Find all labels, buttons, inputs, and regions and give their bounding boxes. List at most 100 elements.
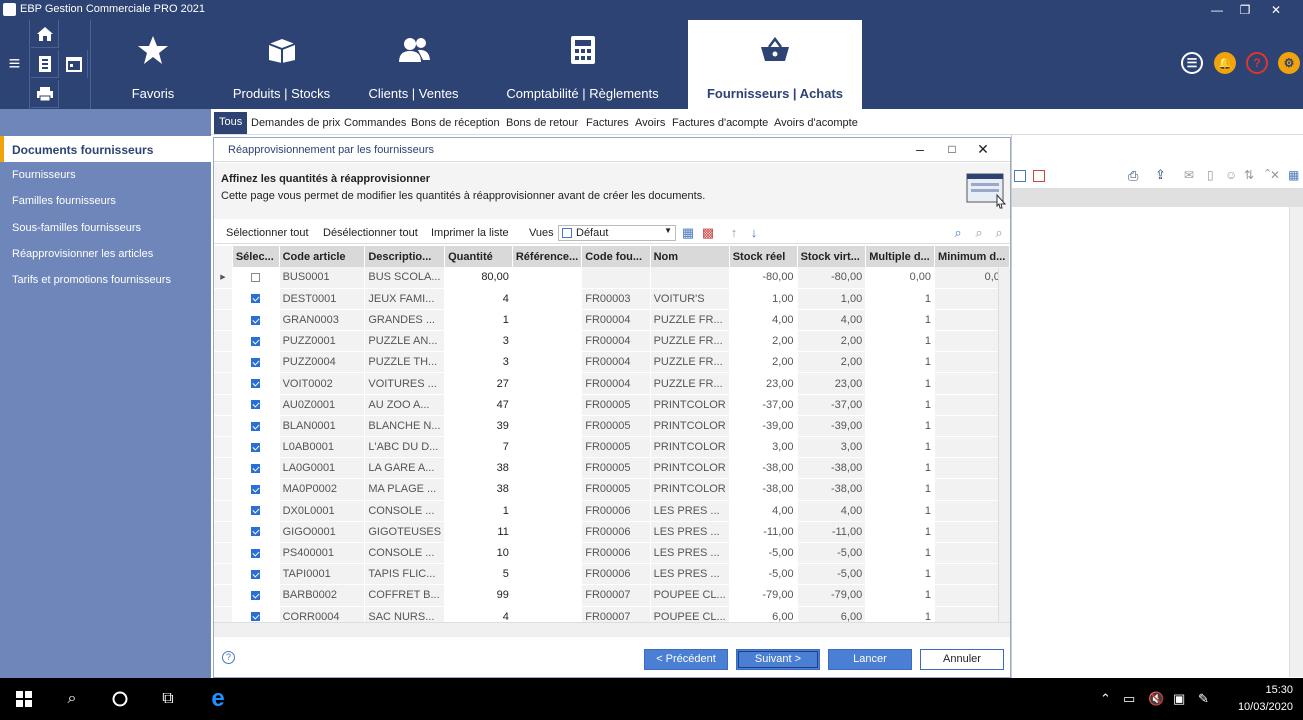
cell-ref[interactable] bbox=[512, 542, 583, 565]
column-header[interactable]: Sélec... bbox=[232, 246, 280, 267]
cell-ref[interactable] bbox=[512, 372, 583, 395]
select-all-button[interactable]: Sélectionner tout bbox=[226, 227, 309, 239]
cell-ref[interactable] bbox=[512, 351, 583, 374]
table-row[interactable]: BLAN0001 BLANCHE N... 39 FR00005 PRINTCOLOR -… bbox=[214, 415, 1010, 438]
dialog-maximize-button[interactable]: □ bbox=[942, 142, 962, 156]
cell-ref[interactable] bbox=[512, 288, 583, 310]
select-cell[interactable] bbox=[232, 415, 280, 438]
windows-start-icon[interactable] bbox=[0, 678, 48, 720]
row-checkbox[interactable] bbox=[251, 506, 261, 516]
bell-icon[interactable]: 🔔 bbox=[1214, 52, 1236, 74]
cell-qty[interactable]: 1 bbox=[444, 309, 513, 332]
sidebar-item-familles[interactable]: Familles fournisseurs bbox=[12, 195, 116, 207]
print-icon[interactable] bbox=[31, 80, 59, 108]
cell-ref[interactable] bbox=[512, 330, 583, 353]
contacts-icon[interactable] bbox=[31, 50, 59, 78]
grid-icon[interactable] bbox=[1014, 170, 1026, 182]
cell-qty[interactable]: 3 bbox=[444, 330, 513, 353]
column-header[interactable]: Minimum d... bbox=[934, 246, 1010, 267]
select-cell[interactable] bbox=[232, 500, 280, 522]
select-cell[interactable] bbox=[232, 521, 280, 543]
cell-ref[interactable] bbox=[512, 606, 583, 622]
network-icon[interactable]: ▣ bbox=[1173, 691, 1185, 707]
table-row[interactable]: DX0L0001 CONSOLE ... 1 FR00006 LES PRES ... 4… bbox=[214, 500, 1010, 522]
search-previous-icon[interactable]: ⌕ bbox=[972, 226, 986, 240]
cell-qty[interactable]: 27 bbox=[444, 372, 513, 395]
task-view-icon[interactable]: ⧉ bbox=[144, 678, 192, 720]
select-cell[interactable] bbox=[232, 436, 280, 459]
search-icon[interactable]: ⌕ bbox=[48, 678, 96, 720]
table-row[interactable]: CORR0004 SAC NURS... 4 FR00007 POUPEE CL... 6… bbox=[214, 606, 1010, 622]
cell-ref[interactable] bbox=[512, 457, 583, 480]
row-checkbox[interactable] bbox=[251, 612, 261, 622]
settings-icon[interactable]: ⚙ bbox=[1278, 52, 1300, 74]
table-row[interactable]: BARB0002 COFFRET B... 99 FR00007 POUPEE CL..… bbox=[214, 584, 1010, 607]
cell-qty[interactable]: 38 bbox=[444, 457, 513, 480]
grid-view-icon[interactable]: ▦ bbox=[1288, 168, 1299, 182]
grid-settings-icon[interactable] bbox=[1033, 170, 1045, 182]
tab-avoirs[interactable]: Avoirs bbox=[635, 117, 665, 129]
table-row[interactable]: GRAN0003 GRANDES ... 1 FR00004 PUZZLE FR... 4… bbox=[214, 309, 1010, 332]
row-checkbox[interactable] bbox=[251, 379, 261, 389]
contact-icon[interactable]: ☺ bbox=[1225, 168, 1237, 182]
select-cell[interactable] bbox=[232, 584, 280, 607]
cell-qty[interactable]: 99 bbox=[444, 584, 513, 607]
row-checkbox[interactable] bbox=[251, 485, 261, 495]
print-list-button[interactable]: Imprimer la liste bbox=[431, 227, 509, 239]
row-checkbox[interactable] bbox=[251, 527, 261, 537]
select-cell[interactable] bbox=[232, 330, 280, 353]
select-cell[interactable] bbox=[232, 267, 280, 289]
tab-commandes[interactable]: Commandes bbox=[344, 117, 406, 129]
search-next-icon[interactable]: ⌕ bbox=[992, 226, 1006, 240]
row-checkbox[interactable] bbox=[251, 421, 261, 431]
grid-settings-icon[interactable]: ▩ bbox=[701, 226, 715, 240]
table-row[interactable]: TAPI0001 TAPIS FLIC... 5 FR00006 LES PRES ..… bbox=[214, 563, 1010, 586]
select-cell[interactable] bbox=[232, 478, 280, 501]
column-header[interactable]: Référence... bbox=[512, 246, 583, 267]
previous-button[interactable]: < Précédent bbox=[644, 649, 728, 670]
cell-ref[interactable] bbox=[512, 563, 583, 586]
cell-qty[interactable]: 47 bbox=[444, 394, 513, 416]
grid-vertical-scrollbar[interactable] bbox=[998, 268, 1010, 622]
cell-ref[interactable] bbox=[512, 436, 583, 459]
restore-button[interactable]: ❐ bbox=[1230, 0, 1260, 20]
cell-qty[interactable]: 11 bbox=[444, 521, 513, 543]
sidebar-header[interactable]: Documents fournisseurs bbox=[0, 136, 211, 162]
table-row[interactable]: L0AB0001 L'ABC DU D... 7 FR00005 PRINTCOLOR 3… bbox=[214, 436, 1010, 459]
system-clock[interactable]: 15:30 10/03/2020 bbox=[1238, 682, 1293, 716]
home-icon[interactable] bbox=[31, 20, 59, 48]
select-cell[interactable] bbox=[232, 288, 280, 310]
row-checkbox[interactable] bbox=[251, 591, 261, 600]
arrow-up-icon[interactable]: ↑ bbox=[727, 226, 741, 240]
column-header[interactable]: Code fou... bbox=[581, 246, 651, 267]
chevron-up-icon[interactable]: ⌃ bbox=[1100, 691, 1111, 707]
help-icon[interactable]: ? bbox=[222, 651, 235, 664]
pen-icon[interactable]: ✎ bbox=[1198, 691, 1209, 707]
cell-qty[interactable]: 7 bbox=[444, 436, 513, 459]
table-row[interactable]: PUZZ0004 PUZZLE TH... 3 FR00004 PUZZLE FR...… bbox=[214, 351, 1010, 374]
tab-bons-de-reception[interactable]: Bons de réception bbox=[411, 117, 500, 129]
table-row[interactable]: PS400001 CONSOLE ... 10 FR00006 LES PRES ...… bbox=[214, 542, 1010, 565]
module-clients-ventes[interactable]: Clients | Ventes bbox=[349, 20, 478, 109]
tab-demandes-de-prix[interactable]: Demandes de prix bbox=[251, 117, 340, 129]
list-menu-icon[interactable]: ☰ bbox=[1181, 52, 1203, 74]
column-header[interactable]: Stock virt... bbox=[797, 246, 867, 267]
sidebar-item-reapprovisionner[interactable]: Réapprovisionner les articles bbox=[12, 248, 153, 260]
deselect-all-button[interactable]: Désélectionner tout bbox=[323, 227, 418, 239]
select-cell[interactable] bbox=[232, 606, 280, 622]
module-comptabilite[interactable]: Comptabilité | Règlements bbox=[478, 20, 687, 109]
sort-icon[interactable]: ⇅ bbox=[1244, 168, 1254, 182]
table-row[interactable]: PUZZ0001 PUZZLE AN... 3 FR00004 PUZZLE FR...… bbox=[214, 330, 1010, 353]
search-icon[interactable]: ⌕ bbox=[951, 226, 965, 240]
expand-icon[interactable]: ✕ bbox=[1270, 168, 1280, 182]
tab-factures-acompte[interactable]: Factures d'acompte bbox=[672, 117, 768, 129]
dialog-minimize-button[interactable]: – bbox=[910, 141, 930, 157]
volume-muted-icon[interactable]: 🔇 bbox=[1148, 691, 1164, 707]
background-scrollbar[interactable] bbox=[1289, 207, 1303, 677]
table-row[interactable]: ▶ BUS0001 BUS SCOLA... 80,00 -80,00 -80,00 0,0… bbox=[214, 267, 1010, 289]
select-cell[interactable] bbox=[232, 372, 280, 395]
help-icon[interactable]: ? bbox=[1246, 52, 1268, 74]
cell-qty[interactable]: 3 bbox=[444, 351, 513, 374]
table-row[interactable]: DEST0001 JEUX FAMI... 4 FR00003 VOITUR'S 1,00… bbox=[214, 288, 1010, 310]
column-header[interactable]: Code article bbox=[279, 246, 366, 267]
